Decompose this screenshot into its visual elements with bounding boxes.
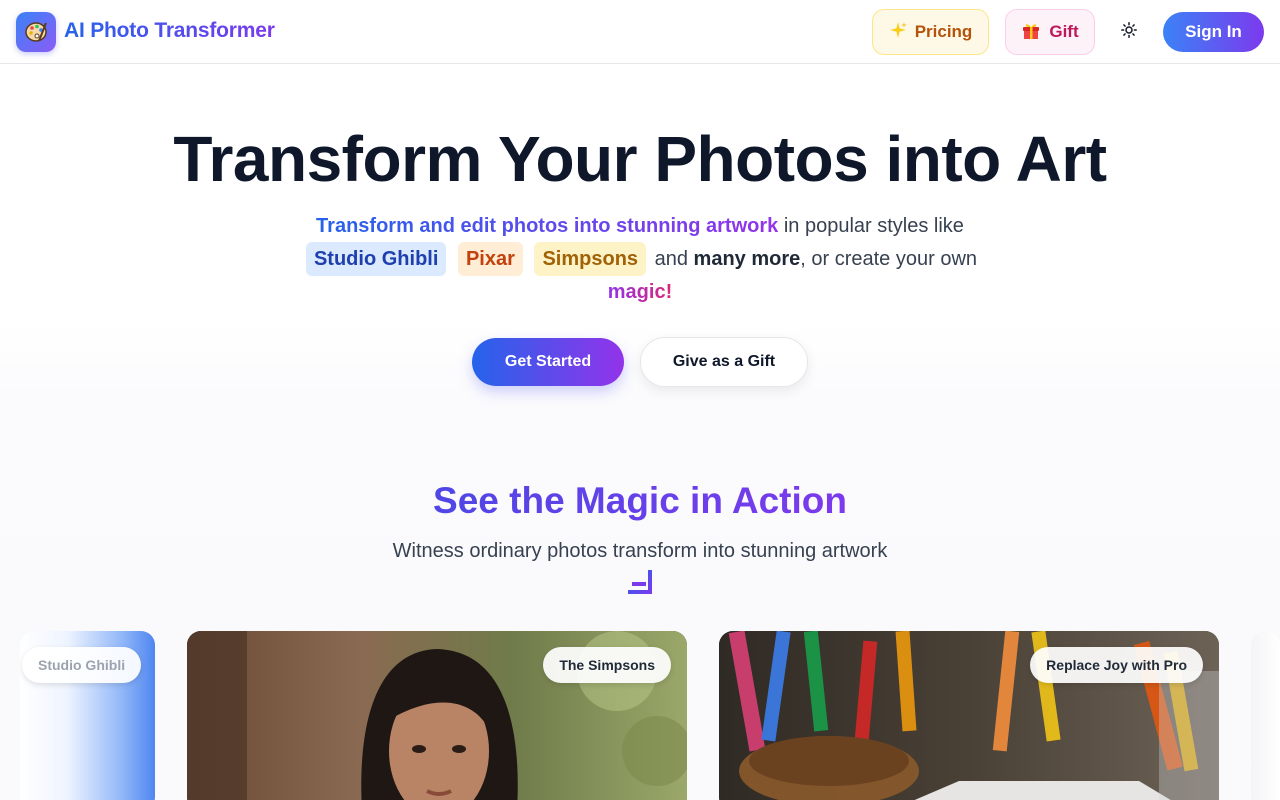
style-tag-studio-ghibli: Studio Ghibli <box>305 242 447 276</box>
style-tag-pixar: Pixar <box>457 242 523 276</box>
sign-in-button[interactable]: Sign In <box>1163 12 1264 52</box>
hero-sub-and: and <box>654 248 688 270</box>
pricing-label: Pricing <box>914 22 973 41</box>
showcase-subtitle: Witness ordinary photos transform into s… <box>392 540 888 562</box>
card-label: Replace Joy with Pro <box>1030 647 1203 683</box>
theme-toggle-button[interactable] <box>1113 16 1145 48</box>
loading-spinner-icon <box>628 570 652 594</box>
give-as-gift-button[interactable]: Give as a Gift <box>640 337 808 387</box>
pricing-button[interactable]: Pricing <box>872 9 989 55</box>
hero-sub-lead: Transform and edit photos into stunning … <box>316 215 779 237</box>
hero-sub-many: many more <box>693 248 801 270</box>
sparkles-icon <box>889 21 907 44</box>
brand-name[interactable]: AI Photo Transformer <box>64 19 275 43</box>
card-label: The Simpsons <box>543 647 671 683</box>
showcase-title-text: See the Magic in Action <box>433 480 847 521</box>
top-header: AI Photo Transformer Pricing Gift Sign I… <box>0 0 1280 64</box>
gallery-card-studio-ghibli[interactable]: Studio Ghibli <box>20 631 155 800</box>
showcase-title: See the Magic in Action <box>0 480 1280 522</box>
get-started-button[interactable]: Get Started <box>472 338 624 386</box>
style-tag-simpsons: Simpsons <box>534 242 647 276</box>
hero-sub-magic: magic! <box>607 281 673 303</box>
gallery-card-replace-joy[interactable]: Replace Joy with Pro <box>719 631 1219 800</box>
gallery-card-simpsons[interactable]: The Simpsons <box>187 631 687 800</box>
hero-sub-mid: in popular styles like <box>778 215 964 237</box>
gallery-card-next[interactable] <box>1251 631 1280 800</box>
hero-title: Transform Your Photos into Art <box>173 123 1107 195</box>
gift-button[interactable]: Gift <box>1005 9 1095 55</box>
hero-sub-tail: , or create your own <box>800 248 978 270</box>
sun-icon <box>1121 21 1137 43</box>
palette-icon[interactable] <box>16 12 56 52</box>
gift-label: Gift <box>1049 22 1079 41</box>
hero-subtitle: Transform and edit photos into stunning … <box>300 210 980 308</box>
gift-icon <box>1021 20 1041 45</box>
card-label: Studio Ghibli <box>22 647 142 683</box>
